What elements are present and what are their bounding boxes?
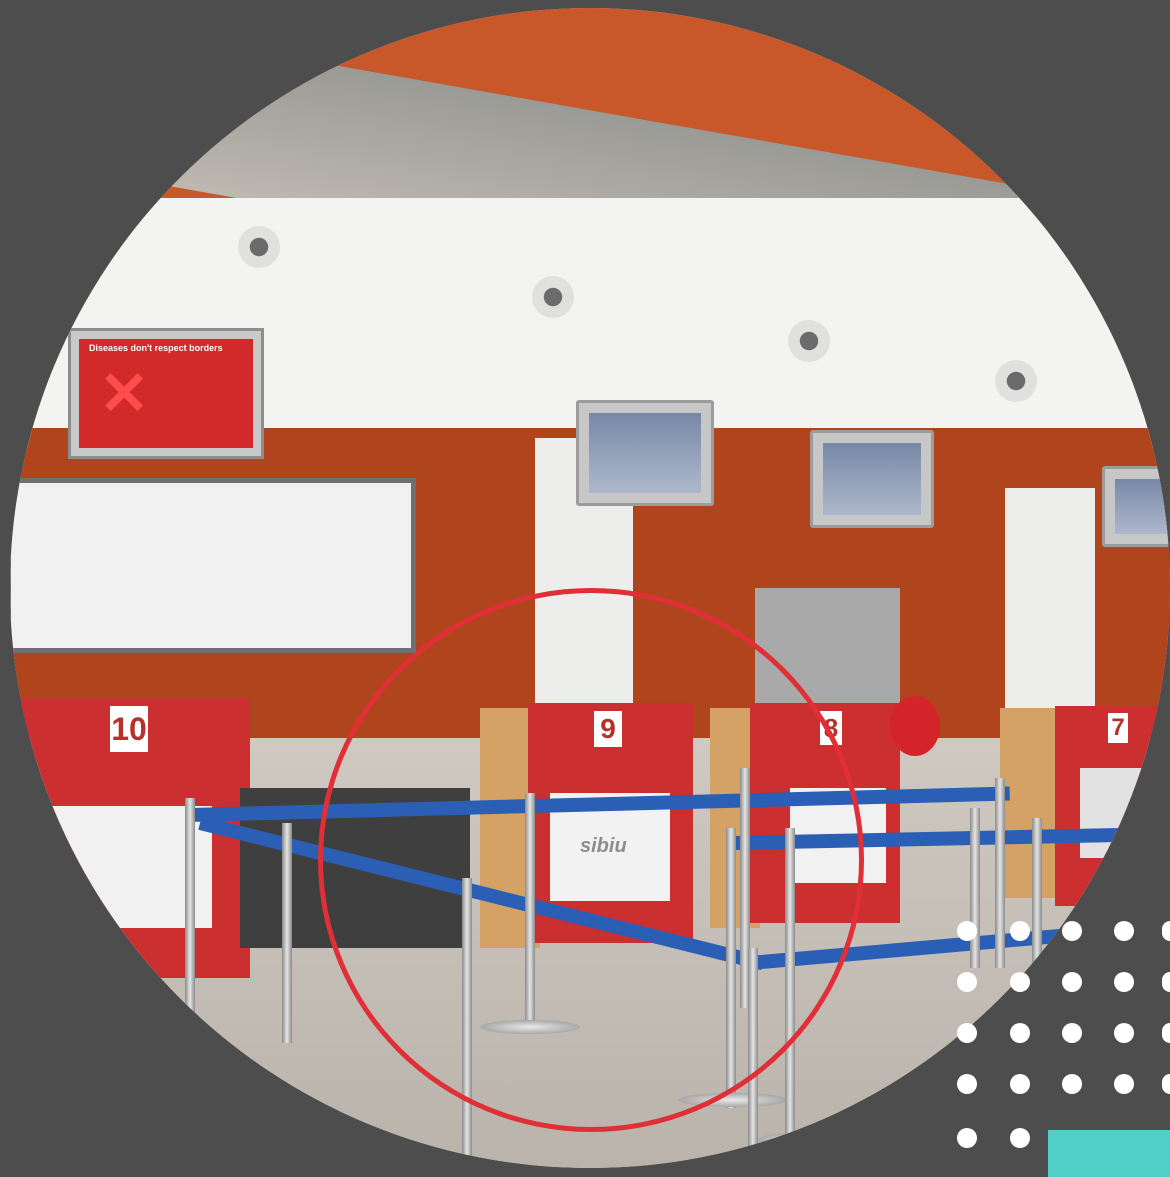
- monitor-screen: [589, 413, 701, 493]
- flight-monitor: [810, 430, 934, 528]
- dot: [957, 1023, 977, 1043]
- dot: [1010, 972, 1030, 992]
- dot: [1114, 921, 1134, 941]
- dot: [957, 1128, 977, 1148]
- dot: [957, 921, 977, 941]
- flight-monitor: [1102, 466, 1170, 547]
- ad-monitor: Diseases don't respect borders ✕: [68, 328, 264, 459]
- desk-number: 10: [110, 706, 148, 752]
- dot: [1010, 1074, 1030, 1094]
- desk-panel: [1080, 768, 1170, 858]
- dot: [957, 972, 977, 992]
- dot: [1010, 1023, 1030, 1043]
- dot: [1162, 972, 1170, 992]
- pillar: [1005, 488, 1095, 738]
- dot: [1010, 1128, 1030, 1148]
- highlight-ring: [318, 588, 864, 1132]
- dot: [1114, 972, 1134, 992]
- monitor-screen: [1115, 479, 1170, 534]
- dot: [1162, 1074, 1170, 1094]
- dot: [1062, 921, 1082, 941]
- cross-icon: ✕: [99, 360, 150, 427]
- stanchion-post: [970, 808, 980, 968]
- stanchion-post: [282, 823, 292, 1043]
- accent-block: [1048, 1130, 1170, 1177]
- vent-icon: [995, 360, 1037, 402]
- dot: [1114, 1023, 1134, 1043]
- redacted-board: [10, 478, 416, 653]
- ad-screen: Diseases don't respect borders ✕: [79, 339, 253, 448]
- red-chair: [890, 696, 940, 756]
- dot: [1062, 972, 1082, 992]
- desk-side-panel: [1000, 708, 1060, 898]
- dot: [1062, 1023, 1082, 1043]
- stanchion-post: [995, 778, 1005, 968]
- vent-icon: [532, 276, 574, 318]
- desk-number: 7: [1108, 713, 1128, 743]
- dot: [957, 1074, 977, 1094]
- vent-icon: [788, 320, 830, 362]
- stanchion-base: [758, 1133, 838, 1147]
- stanchion-post: [1032, 818, 1042, 1058]
- dot: [1162, 1023, 1170, 1043]
- vent-icon: [238, 226, 280, 268]
- dot: [1010, 921, 1030, 941]
- dot: [1114, 1074, 1134, 1094]
- stanchion-post: [185, 798, 195, 1028]
- dot: [1162, 921, 1170, 941]
- monitor-screen: [823, 443, 921, 515]
- flight-monitor: [576, 400, 714, 506]
- ad-headline: Diseases don't respect borders: [89, 343, 223, 353]
- dot: [1062, 1074, 1082, 1094]
